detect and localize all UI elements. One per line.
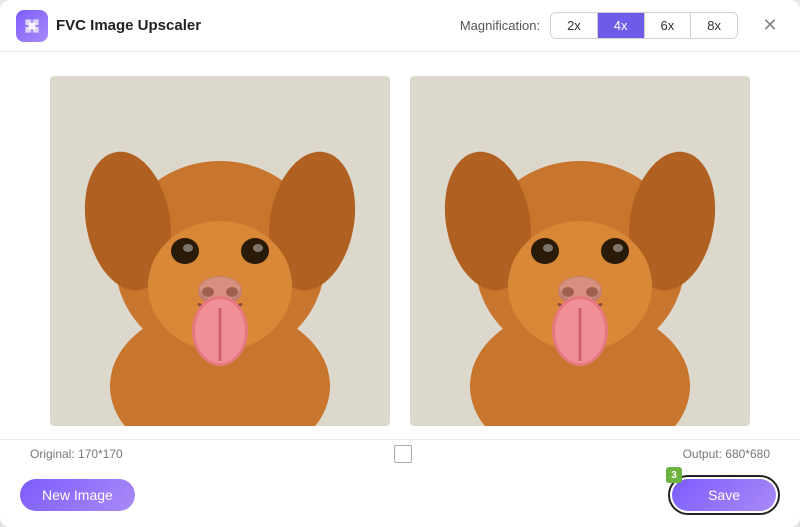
status-bar: Original: 170*170 Output: 680*680 [0,439,800,467]
original-image-panel [50,76,390,426]
main-window: FVC Image Upscaler Magnification: 2x 4x … [0,0,800,527]
output-image-panel [410,76,750,426]
magnification-buttons: 2x 4x 6x 8x [550,12,738,39]
app-logo-icon [22,16,42,36]
bottom-bar: New Image 3 Save [0,467,800,527]
new-image-button[interactable]: New Image [20,479,135,511]
output-size-label: Output: 680*680 [683,447,770,461]
titlebar: FVC Image Upscaler Magnification: 2x 4x … [0,0,800,52]
compare-separator [123,445,683,463]
mag-btn-2x[interactable]: 2x [551,13,598,38]
close-button[interactable]: ✕ [756,12,784,40]
output-dog-image [410,76,750,426]
app-logo [16,10,48,42]
original-dog-image [50,76,390,426]
mag-btn-6x[interactable]: 6x [645,13,692,38]
save-button[interactable]: Save [672,479,776,511]
app-title: FVC Image Upscaler [56,17,201,34]
magnification-label: Magnification: [460,18,540,33]
mag-btn-4x[interactable]: 4x [598,13,645,38]
compare-icon [394,445,412,463]
image-area [0,52,800,439]
save-button-wrapper: Save [668,475,780,515]
original-size-label: Original: 170*170 [30,447,123,461]
save-container: 3 Save [668,475,780,515]
mag-btn-8x[interactable]: 8x [691,13,737,38]
save-badge: 3 [666,467,682,483]
